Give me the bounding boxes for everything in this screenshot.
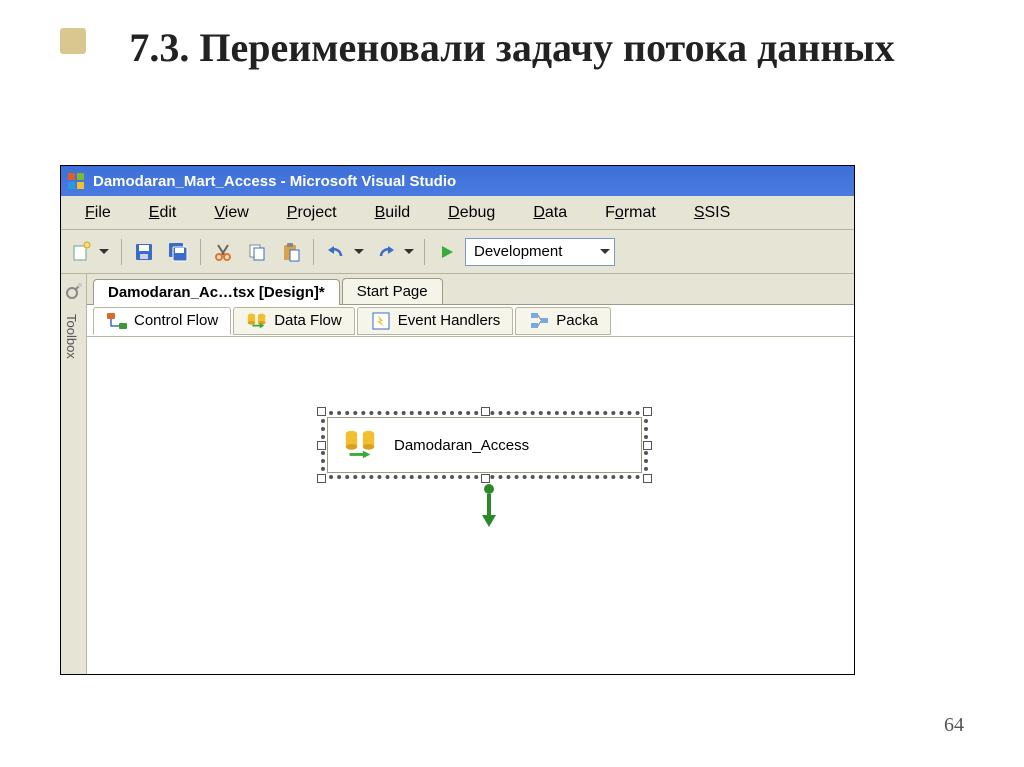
data-flow-task-icon (342, 427, 378, 463)
tab-control-flow-label: Control Flow (134, 312, 218, 329)
output-connector[interactable] (479, 483, 499, 527)
toolbar-separator (313, 239, 314, 265)
menu-format[interactable]: Format (587, 200, 674, 226)
menu-bar: File Edit View Project Build Debug Data … (61, 196, 854, 230)
task-box: Damodaran_Access (327, 417, 642, 473)
resize-handle[interactable] (643, 407, 652, 416)
toolbar: Development (61, 230, 854, 274)
solution-config-value: Development (474, 243, 562, 260)
menu-ssis[interactable]: SSIS (676, 200, 748, 226)
menu-build[interactable]: Build (357, 200, 429, 226)
task-name: Damodaran_Access (394, 437, 529, 454)
app-icon (67, 172, 85, 190)
menu-data-rest: ata (545, 204, 567, 221)
tab-data-flow-label: Data Flow (274, 312, 342, 329)
toolbox-sidebar[interactable]: Toolbox (61, 274, 87, 674)
window-title-text: Damodaran_Mart_Access - Microsoft Visual… (93, 173, 456, 190)
menu-edit[interactable]: Edit (131, 200, 195, 226)
tab-data-flow[interactable]: Data Flow (233, 307, 355, 335)
menu-data[interactable]: Data (515, 200, 585, 226)
tab-event-handlers-label: Event Handlers (398, 312, 501, 329)
document-area: Damodaran_Ac…tsx [Design]* Start Page Co… (87, 274, 854, 674)
menu-view[interactable]: View (196, 200, 266, 226)
resize-handle[interactable] (481, 407, 490, 416)
design-canvas[interactable]: Damodaran_Access (87, 336, 854, 674)
paste-button[interactable] (275, 236, 307, 268)
data-flow-icon (246, 311, 268, 331)
data-flow-task[interactable]: Damodaran_Access (317, 407, 652, 483)
resize-handle[interactable] (317, 407, 326, 416)
menu-debug[interactable]: Debug (430, 200, 513, 226)
menu-file[interactable]: File (67, 200, 129, 226)
resize-handle[interactable] (643, 441, 652, 450)
new-dropdown-icon[interactable] (99, 249, 109, 254)
toolbox-icon (65, 282, 83, 305)
undo-dropdown-icon[interactable] (354, 249, 364, 254)
slide-title-accent (60, 28, 86, 54)
start-debug-button[interactable] (431, 236, 463, 268)
window-titlebar: Damodaran_Mart_Access - Microsoft Visual… (61, 166, 854, 196)
visual-studio-window: Damodaran_Mart_Access - Microsoft Visual… (60, 165, 855, 675)
copy-button[interactable] (241, 236, 273, 268)
redo-button[interactable] (370, 236, 402, 268)
slide-title: 7.3. Переименовали задачу потока данных (0, 0, 1024, 84)
tab-package-explorer-label: Packa (556, 312, 598, 329)
toolbar-separator (200, 239, 201, 265)
toolbar-separator (424, 239, 425, 265)
resize-handle[interactable] (643, 474, 652, 483)
resize-handle[interactable] (481, 474, 490, 483)
new-project-button[interactable] (65, 236, 97, 268)
doc-tab-start-page[interactable]: Start Page (342, 278, 443, 304)
resize-handle[interactable] (317, 474, 326, 483)
undo-button[interactable] (320, 236, 352, 268)
resize-handle[interactable] (317, 441, 326, 450)
control-flow-icon (106, 311, 128, 331)
ide-body: Toolbox Damodaran_Ac…tsx [Design]* Start… (61, 274, 854, 674)
tab-event-handlers[interactable]: Event Handlers (357, 307, 514, 335)
page-number: 64 (944, 714, 964, 737)
doc-tab-design[interactable]: Damodaran_Ac…tsx [Design]* (93, 279, 340, 305)
chevron-down-icon (600, 249, 610, 254)
document-tabs: Damodaran_Ac…tsx [Design]* Start Page (87, 274, 854, 304)
save-button[interactable] (128, 236, 160, 268)
cut-button[interactable] (207, 236, 239, 268)
menu-project[interactable]: Project (269, 200, 355, 226)
tab-control-flow[interactable]: Control Flow (93, 307, 231, 335)
event-handlers-icon (370, 311, 392, 331)
save-all-button[interactable] (162, 236, 194, 268)
tab-package-explorer[interactable]: Packa (515, 307, 611, 335)
toolbox-label: Toolbox (64, 314, 79, 359)
redo-dropdown-icon[interactable] (404, 249, 414, 254)
package-explorer-icon (528, 311, 550, 331)
toolbar-separator (121, 239, 122, 265)
designer-tabs: Control Flow Data Flow Event Handlers (87, 304, 854, 336)
solution-config-dropdown[interactable]: Development (465, 238, 615, 266)
